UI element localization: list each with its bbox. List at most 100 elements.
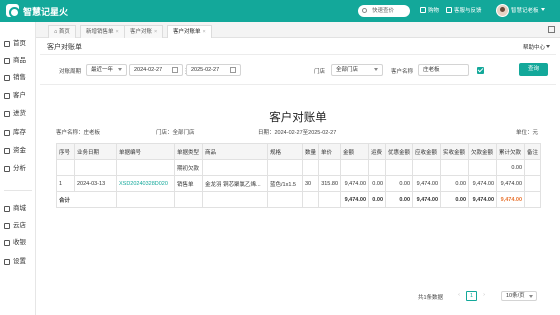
customer-icon xyxy=(4,93,10,99)
col-header: 规格 xyxy=(267,143,303,160)
page-size-value: 10条/页 xyxy=(506,293,525,299)
divider xyxy=(40,84,556,85)
date-end-value: 2025-02-27 xyxy=(191,67,220,73)
sidebar-item-label: 收银 xyxy=(13,239,26,246)
sidebar-divider xyxy=(4,190,32,191)
include-checkbox[interactable] xyxy=(477,67,484,74)
page-title: 客户对账单 xyxy=(47,44,82,51)
row-date: 2024-03-13 xyxy=(74,175,117,192)
col-header: 优惠金额 xyxy=(385,143,414,160)
customer-value: 庄老板 xyxy=(423,67,440,73)
tab-customer-statement[interactable]: 客户对账单 × xyxy=(167,25,212,38)
prev-page-button[interactable]: ‹ xyxy=(455,291,463,301)
report-store: 门店：全部门店 xyxy=(156,130,195,136)
col-header: 单价 xyxy=(318,143,342,160)
date-start-field[interactable]: 2024-02-27 xyxy=(129,64,183,76)
close-icon[interactable]: × xyxy=(203,29,206,35)
query-button[interactable]: 查询 xyxy=(519,63,548,76)
col-header: 运费 xyxy=(368,143,387,160)
report-unit: 单位：元 xyxy=(516,130,539,136)
cloud-store-icon xyxy=(4,223,10,229)
search-icon xyxy=(362,8,367,13)
total-receivable: 9,474.00 xyxy=(412,191,442,208)
app-logo-icon xyxy=(6,4,20,18)
col-header: 业务日期 xyxy=(74,143,117,160)
store-select[interactable]: 全部门店 xyxy=(331,64,383,76)
avatar[interactable] xyxy=(496,4,509,17)
analysis-icon xyxy=(4,166,10,172)
sidebar-item-label: 商品 xyxy=(13,57,26,64)
calendar-icon xyxy=(230,67,236,73)
quick-price-label: 快速查价 xyxy=(372,8,395,14)
store-label: 门店 xyxy=(314,69,326,75)
sidebar-item-mall[interactable]: 商城 xyxy=(0,202,36,216)
row-qty: 30 xyxy=(301,175,320,192)
col-header: 应收金额 xyxy=(412,143,442,160)
sidebar-item-inventory[interactable]: 库存 xyxy=(0,126,36,140)
date-start-value: 2024-02-27 xyxy=(134,67,163,73)
row-index: 1 xyxy=(56,175,75,192)
sidebar-item-label: 库存 xyxy=(13,129,26,136)
row-spec: 蓝色/1x1.5 xyxy=(267,175,303,192)
row-product: 金龙羽 铜芯聚氯乙烯... xyxy=(202,175,268,192)
sidebar-item-home[interactable]: 首页 xyxy=(0,37,36,51)
total-discount: 0.00 xyxy=(385,191,414,208)
home-icon xyxy=(4,41,10,47)
tab-label: 客户对账单 xyxy=(173,29,201,35)
sidebar-item-label: 设置 xyxy=(13,258,26,265)
report-date-range: 日期：2024-02-27至2025-02-27 xyxy=(258,130,337,136)
fullscreen-icon[interactable] xyxy=(548,26,555,33)
customer-field[interactable]: 庄老板 xyxy=(418,64,469,76)
service-feedback-link[interactable]: 客服与反馈 xyxy=(446,6,482,14)
user-name: 智慧记老板 xyxy=(511,8,539,14)
report-title: 客户对账单 xyxy=(269,112,327,124)
next-page-button[interactable]: › xyxy=(480,291,488,301)
total-debt: 9,474.00 xyxy=(468,191,498,208)
tab-bar: ⌂ 首页 新增销售单 × 客户对账 × 客户对账单 × xyxy=(36,22,560,38)
row-freight: 0.00 xyxy=(368,175,387,192)
period-value: 最近一年 xyxy=(91,67,114,73)
sidebar-item-customer[interactable]: 客户 xyxy=(0,89,36,103)
sidebar-item-cashier[interactable]: 收银 xyxy=(0,236,36,250)
chevron-down-icon xyxy=(118,68,122,71)
sidebar: 首页 商品 销售 客户 进货 库存 资金 分析 商城 云店 收银 设置 xyxy=(0,22,36,315)
period-select[interactable]: 最近一年 xyxy=(86,64,127,76)
sidebar-item-settings[interactable]: 设置 xyxy=(0,255,36,269)
help-center-link[interactable]: 帮助中心 xyxy=(523,43,551,51)
tab-new-sales-order[interactable]: 新增销售单 × xyxy=(80,25,125,38)
customer-label: 客户名称 xyxy=(391,69,414,75)
sidebar-item-funds[interactable]: 资金 xyxy=(0,144,36,158)
purchase-link[interactable]: 购物 xyxy=(420,6,439,14)
funds-icon xyxy=(4,148,10,154)
row-doc-link[interactable]: XSD20240328D020 xyxy=(116,175,175,192)
chevron-down-icon xyxy=(374,68,378,71)
sidebar-item-cloud-store[interactable]: 云店 xyxy=(0,219,36,233)
sidebar-item-goods[interactable]: 商品 xyxy=(0,54,36,68)
opening-balance-row: 期初欠款 0.00 xyxy=(56,159,542,176)
sidebar-item-sales[interactable]: 销售 xyxy=(0,71,36,85)
quick-price-search[interactable]: 快速查价 xyxy=(358,5,410,17)
tab-label: 客户对账 xyxy=(130,29,153,35)
close-icon[interactable]: × xyxy=(154,29,157,35)
close-icon[interactable]: × xyxy=(116,29,119,35)
col-header: 累计欠款 xyxy=(496,143,526,160)
page-number-button[interactable]: 1 xyxy=(466,291,477,301)
date-end-field[interactable]: 2025-02-27 xyxy=(186,64,241,76)
row-cumulative: 9,474.00 xyxy=(496,175,526,192)
opening-type: 期初欠款 xyxy=(174,159,203,176)
page-size-select[interactable]: 10条/页 xyxy=(501,291,537,301)
row-receivable: 9,474.00 xyxy=(412,175,442,192)
purchase-label: 购物 xyxy=(428,8,440,14)
sidebar-item-label: 分析 xyxy=(13,165,26,172)
help-center-label: 帮助中心 xyxy=(523,45,546,51)
inventory-icon xyxy=(4,130,10,136)
sidebar-item-analysis[interactable]: 分析 xyxy=(0,162,36,176)
tab-home[interactable]: ⌂ 首页 xyxy=(48,25,76,38)
row-discount: 0.00 xyxy=(385,175,414,192)
period-label: 对账周期 xyxy=(59,69,82,75)
user-menu[interactable]: 智慧记老板 xyxy=(511,6,545,14)
tab-label: 首页 xyxy=(58,29,70,35)
tab-customer-reconciliation[interactable]: 客户对账 × xyxy=(124,25,164,38)
service-label: 客服与反馈 xyxy=(454,8,482,14)
row-type: 销售单 xyxy=(174,175,203,192)
